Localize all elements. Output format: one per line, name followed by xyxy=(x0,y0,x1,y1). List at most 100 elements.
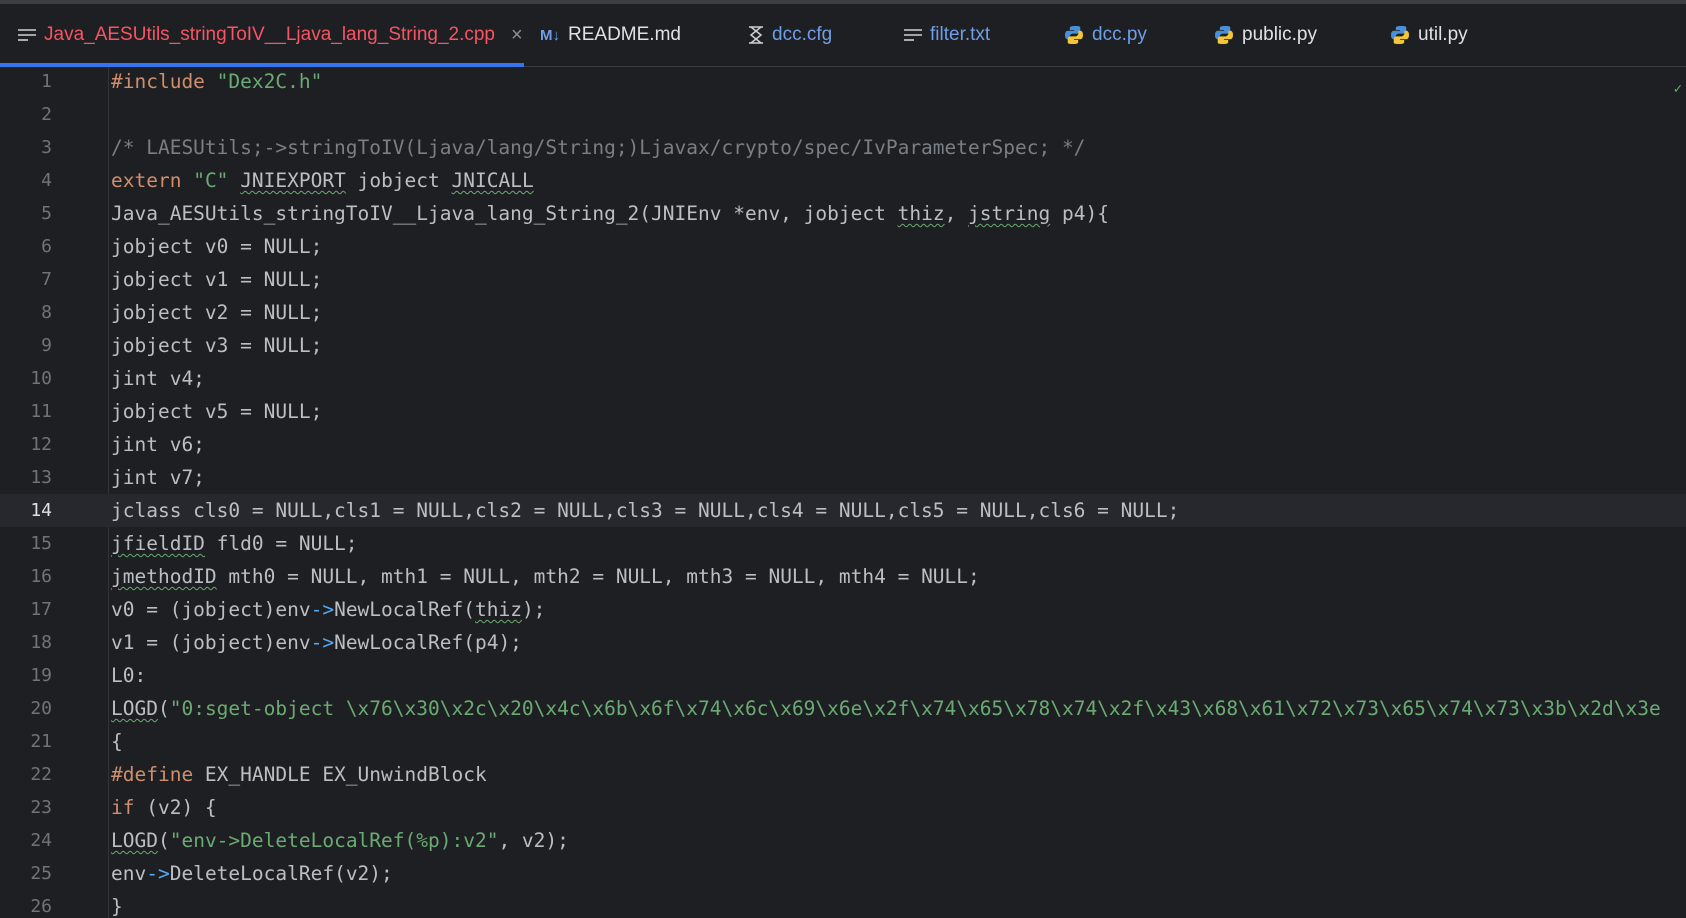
line-number: 18 xyxy=(30,632,52,653)
line-number: 20 xyxy=(30,698,52,719)
code-text[interactable]: jint v4; xyxy=(111,362,205,395)
code-text[interactable]: jobject v1 = NULL; xyxy=(111,263,322,296)
code-line[interactable]: 2 xyxy=(0,98,1686,131)
code-text[interactable]: jint v7; xyxy=(111,461,205,494)
line-number: 10 xyxy=(30,368,52,389)
line-number: 2 xyxy=(41,104,52,125)
markdown-icon: M↓ xyxy=(540,26,560,44)
tab-label: Java_AESUtils_stringToIV__Ljava_lang_Str… xyxy=(44,24,495,45)
code-text[interactable]: jint v6; xyxy=(111,428,205,461)
code-line[interactable]: 23 if (v2) { xyxy=(0,791,1686,824)
python-icon xyxy=(1390,25,1410,45)
tab-label: util.py xyxy=(1418,24,1468,45)
code-line[interactable]: 25 env->DeleteLocalRef(v2); xyxy=(0,857,1686,890)
code-line[interactable]: 15 jfieldID fld0 = NULL; xyxy=(0,527,1686,560)
code-line[interactable]: 11 jobject v5 = NULL; xyxy=(0,395,1686,428)
code-text[interactable]: #define EX_HANDLE EX_UnwindBlock xyxy=(111,758,487,791)
python-icon xyxy=(1064,25,1084,45)
line-number: 1 xyxy=(41,71,52,92)
text-file-icon xyxy=(904,28,922,42)
python-icon xyxy=(1214,25,1234,45)
tab-label: dcc.cfg xyxy=(772,24,833,45)
code-text[interactable]: extern "C" JNIEXPORT jobject JNICALL xyxy=(111,164,534,197)
code-line[interactable]: 4 extern "C" JNIEXPORT jobject JNICALL xyxy=(0,164,1686,197)
code-line[interactable]: 5 Java_AESUtils_stringToIV__Ljava_lang_St… xyxy=(0,197,1686,230)
code-text[interactable]: jobject v5 = NULL; xyxy=(111,395,322,428)
line-number: 16 xyxy=(30,566,52,587)
code-text[interactable]: jobject v3 = NULL; xyxy=(111,329,322,362)
code-line[interactable]: 26} xyxy=(0,890,1686,918)
line-number: 21 xyxy=(30,731,52,752)
tab-dcc-cfg[interactable]: dcc.cfg xyxy=(748,4,832,66)
close-tab-icon[interactable]: × xyxy=(511,24,523,47)
code-line[interactable]: 16 jmethodID mth0 = NULL, mth1 = NULL, mt… xyxy=(0,560,1686,593)
tab-label: README.md xyxy=(568,24,681,45)
code-line[interactable]: 3 /* LAESUtils;->stringToIV(Ljava/lang/St… xyxy=(0,131,1686,164)
code-line[interactable]: 19 L0: xyxy=(0,659,1686,692)
line-number: 5 xyxy=(41,203,52,224)
line-number: 12 xyxy=(30,434,52,455)
line-number: 15 xyxy=(30,533,52,554)
code-line[interactable]: 17 v0 = (jobject)env->NewLocalRef(thiz); xyxy=(0,593,1686,626)
line-number: 4 xyxy=(41,170,52,191)
tab-public-py[interactable]: public.py xyxy=(1214,4,1317,66)
tab-dcc-py[interactable]: dcc.py xyxy=(1064,4,1147,66)
code-line[interactable]: 8 jobject v2 = NULL; xyxy=(0,296,1686,329)
code-text[interactable]: jmethodID mth0 = NULL, mth1 = NULL, mth2… xyxy=(111,560,980,593)
tab-util-py[interactable]: util.py xyxy=(1390,4,1468,66)
tab-cpp-file[interactable]: Java_AESUtils_stringToIV__Ljava_lang_Str… xyxy=(18,4,523,66)
code-line[interactable]: 24 LOGD("env->DeleteLocalRef(%p):v2", v2)… xyxy=(0,824,1686,857)
line-number: 17 xyxy=(30,599,52,620)
line-number: 8 xyxy=(41,302,52,323)
code-text[interactable]: { xyxy=(111,725,123,758)
code-text[interactable]: } xyxy=(111,890,123,918)
line-number: 22 xyxy=(30,764,52,785)
code-line[interactable]: 7 jobject v1 = NULL; xyxy=(0,263,1686,296)
code-text[interactable]: v1 = (jobject)env->NewLocalRef(p4); xyxy=(111,626,522,659)
code-text[interactable]: LOGD("env->DeleteLocalRef(%p):v2", v2); xyxy=(111,824,569,857)
line-number: 23 xyxy=(30,797,52,818)
code-text[interactable]: Java_AESUtils_stringToIV__Ljava_lang_Str… xyxy=(111,197,1109,230)
line-number: 3 xyxy=(41,137,52,158)
code-text[interactable]: L0: xyxy=(111,659,146,692)
code-line[interactable]: 22 #define EX_HANDLE EX_UnwindBlock xyxy=(0,758,1686,791)
code-text[interactable]: env->DeleteLocalRef(v2); xyxy=(111,857,393,890)
tab-readme[interactable]: M↓ README.md xyxy=(540,4,681,66)
code-line[interactable]: 6 jobject v0 = NULL; xyxy=(0,230,1686,263)
line-number: 25 xyxy=(30,863,52,884)
code-line[interactable]: 10 jint v4; xyxy=(0,362,1686,395)
code-text[interactable]: jfieldID fld0 = NULL; xyxy=(111,527,358,560)
line-number: 13 xyxy=(30,467,52,488)
line-number: 19 xyxy=(30,665,52,686)
tab-label: filter.txt xyxy=(930,24,991,45)
config-file-icon xyxy=(748,26,764,44)
code-text[interactable]: LOGD("0:sget-object \x76\x30\x2c\x20\x4c… xyxy=(111,692,1661,725)
line-number: 24 xyxy=(30,830,52,851)
code-text[interactable]: jclass cls0 = NULL,cls1 = NULL,cls2 = NU… xyxy=(111,494,1179,527)
code-line[interactable]: 21 { xyxy=(0,725,1686,758)
code-line[interactable]: 9 jobject v3 = NULL; xyxy=(0,329,1686,362)
code-line[interactable]: 1 #include "Dex2C.h" xyxy=(0,67,1686,98)
line-number: 6 xyxy=(41,236,52,257)
code-line[interactable]: 20 LOGD("0:sget-object \x76\x30\x2c\x20\x… xyxy=(0,692,1686,725)
tab-filter-txt[interactable]: filter.txt xyxy=(904,4,990,66)
line-number: 11 xyxy=(30,401,52,422)
line-number: 26 xyxy=(30,896,52,917)
code-line[interactable]: 13 jint v7; xyxy=(0,461,1686,494)
line-number: 9 xyxy=(41,335,52,356)
code-editor[interactable]: ✓ 1 #include "Dex2C.h" 2 3/* LAESUtils;->st… xyxy=(0,67,1686,918)
code-line[interactable]: 18 v1 = (jobject)env->NewLocalRef(p4); xyxy=(0,626,1686,659)
code-line[interactable]: 14 jclass cls0 = NULL,cls1 = NULL,cls2 = … xyxy=(0,494,1686,527)
editor-tab-bar: Java_AESUtils_stringToIV__Ljava_lang_Str… xyxy=(0,4,1686,67)
code-text[interactable]: if (v2) { xyxy=(111,791,217,824)
tab-label: public.py xyxy=(1242,24,1317,45)
code-text[interactable]: jobject v0 = NULL; xyxy=(111,230,322,263)
tab-label: dcc.py xyxy=(1092,24,1147,45)
code-text[interactable]: v0 = (jobject)env->NewLocalRef(thiz); xyxy=(111,593,545,626)
text-file-icon xyxy=(18,28,36,42)
code-text[interactable]: #include "Dex2C.h" xyxy=(111,67,322,98)
code-line[interactable]: 12 jint v6; xyxy=(0,428,1686,461)
code-text[interactable]: jobject v2 = NULL; xyxy=(111,296,322,329)
line-number: 7 xyxy=(41,269,52,290)
code-text[interactable]: /* LAESUtils;->stringToIV(Ljava/lang/Str… xyxy=(111,131,1085,164)
